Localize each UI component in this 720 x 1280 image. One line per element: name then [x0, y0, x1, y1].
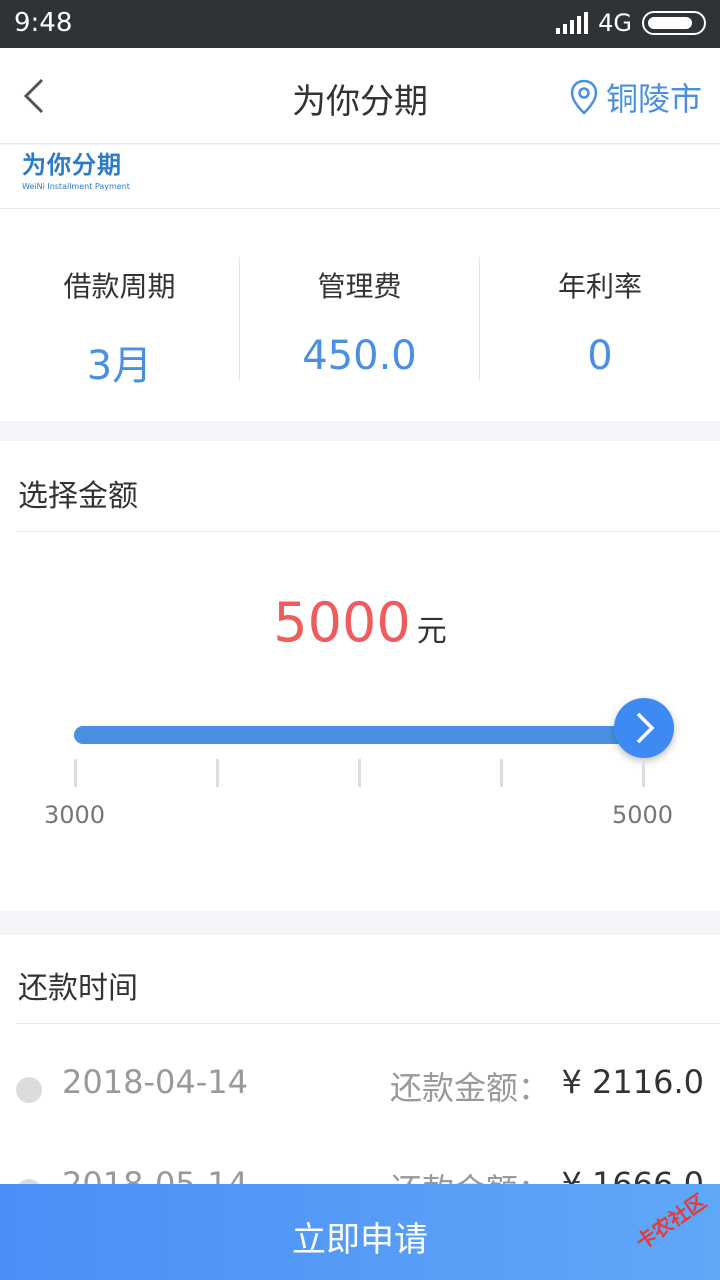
apply-button-label: 立即申请 — [292, 1220, 428, 1260]
amount-section-title: 选择金额 — [18, 479, 138, 514]
battery-icon — [642, 11, 706, 35]
signal-icon — [556, 12, 589, 34]
network-type: 4G — [598, 9, 632, 37]
slider-min-label: 3000 — [44, 801, 106, 829]
slider-tick — [642, 759, 645, 787]
amount-slider-track[interactable] — [74, 726, 654, 744]
repayment-amount-label: 还款金额： — [390, 1069, 551, 1107]
amount-unit: 元 — [416, 614, 447, 649]
apply-button[interactable]: 立即申请 卡农社区 — [0, 1184, 720, 1280]
slider-tick — [500, 759, 503, 787]
status-bar: 9:48 4G — [0, 0, 720, 48]
slider-tick — [358, 759, 361, 787]
loan-stats: 借款周期 3月 管理费 450.0 年利率 0 — [0, 209, 720, 421]
timeline-dot-icon — [16, 1077, 42, 1103]
city-selector[interactable]: 铜陵市 — [570, 74, 702, 120]
stat-annual-rate: 年利率 0 — [557, 270, 642, 379]
product-logo: 为你分期 WeiNi Installment Payment — [22, 151, 130, 191]
product-header: 为你分期 WeiNi Installment Payment — [0, 145, 720, 209]
amount-display: 5000 元 — [0, 591, 720, 654]
slider-tick — [74, 759, 77, 787]
status-icons: 4G — [556, 9, 706, 37]
repayment-row: 2018-04-14 还款金额： ¥ 2116.0 — [0, 1057, 720, 1117]
repayment-section-title: 还款时间 — [18, 971, 138, 1006]
slider-max-label: 5000 — [612, 801, 674, 829]
divider — [16, 1023, 720, 1024]
stat-loan-period: 借款周期 3月 — [0, 257, 240, 389]
amount-slider-handle[interactable] — [614, 698, 674, 758]
slider-tick — [216, 759, 219, 787]
location-pin-icon — [570, 79, 598, 115]
status-time: 9:48 — [14, 8, 73, 38]
chevron-right-icon — [636, 712, 655, 744]
repayment-amount: ¥ 2116.0 — [561, 1063, 705, 1101]
stat-management-fee: 管理费 450.0 — [240, 257, 480, 381]
amount-section: 选择金额 5000 元 3000 5000 — [0, 441, 720, 911]
divider — [16, 531, 720, 532]
nav-bar: 为你分期 铜陵市 — [0, 48, 720, 144]
amount-value: 5000 — [273, 591, 411, 654]
city-name: 铜陵市 — [605, 80, 702, 118]
repayment-date: 2018-04-14 — [62, 1063, 248, 1101]
